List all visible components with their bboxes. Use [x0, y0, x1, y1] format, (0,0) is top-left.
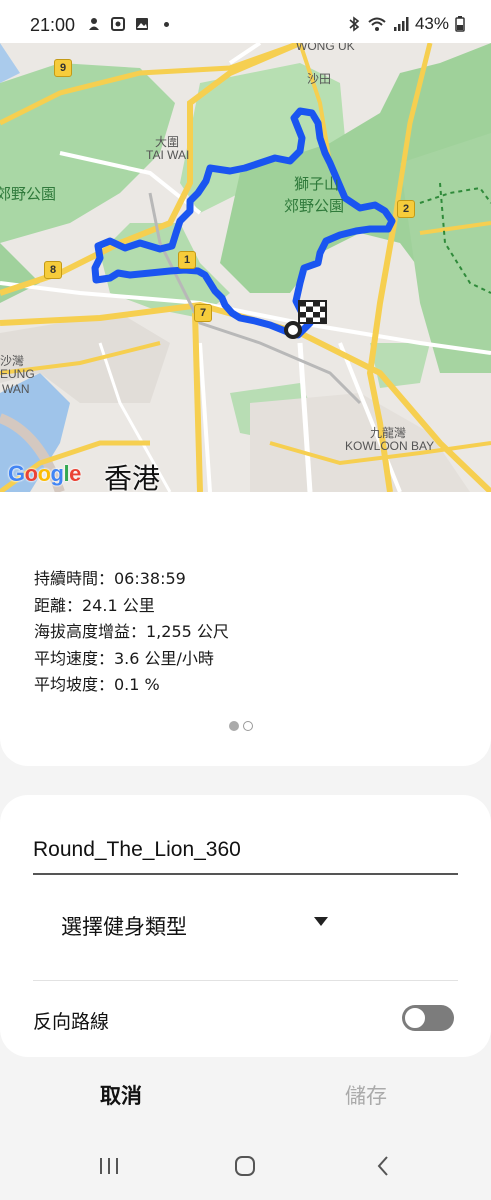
route-map[interactable]: WONG UK 沙田 大圍 TAI WAI 獅子山 郊野公園 郊野公園 九龍灣 …: [0, 43, 491, 492]
route-shield: 7: [194, 304, 212, 322]
map-city-label: 香港: [104, 462, 161, 492]
workout-type-label: 選擇健身類型: [61, 915, 187, 939]
route-shield: 1: [178, 251, 196, 269]
route-form-card: 選擇健身類型 反向路線: [0, 795, 491, 1057]
stat-elevation-gain: 海拔高度增益：1,255 公尺: [34, 622, 229, 641]
map-label-country-park: 郊野公園: [0, 186, 57, 203]
system-nav-bar: [0, 1130, 491, 1200]
stat-average-speed: 平均速度：3.6 公里/小時: [34, 648, 214, 668]
battery-percent: 43%: [414, 14, 449, 33]
cancel-button[interactable]: 取消: [100, 1080, 142, 1110]
recent-apps-icon: [100, 1158, 118, 1174]
reverse-route-toggle[interactable]: [402, 1005, 454, 1031]
battery-icon: [455, 16, 465, 32]
screenshot-icon: [111, 17, 125, 31]
route-name-input[interactable]: [33, 833, 458, 875]
map-label-wong-uk: WONG UK: [296, 43, 355, 53]
workout-type-dropdown[interactable]: 選擇健身類型: [33, 895, 458, 955]
stat-duration: 持續時間：06:38:59: [34, 569, 186, 588]
gallery-icon: [136, 18, 148, 30]
route-shield: 9: [54, 59, 72, 77]
stat-average-gradient: 平均坡度：0.1 %: [34, 675, 160, 694]
google-logo: Google: [8, 461, 81, 486]
map-label-lion-rock: 獅子山: [294, 176, 340, 193]
route-shield: 2: [397, 200, 415, 218]
page-indicator: [229, 721, 253, 731]
page-dot: [243, 721, 253, 731]
divider: [33, 980, 458, 981]
status-system-icons: 43%: [347, 14, 465, 34]
workout-stats: 持續時間：06:38:59 距離：24.1 公里 海拔高度增益：1,255 公尺…: [34, 566, 229, 699]
bluetooth-icon: [349, 16, 360, 32]
map-label-eung: EUNG: [0, 367, 35, 381]
back-icon: [377, 1156, 388, 1176]
home-icon: [235, 1156, 255, 1176]
map-label-wan: WAN: [2, 382, 30, 396]
back-button[interactable]: [368, 1154, 398, 1178]
reverse-route-label: 反向路線: [33, 1011, 110, 1033]
home-button[interactable]: [230, 1154, 260, 1178]
route-shield: 8: [44, 261, 62, 279]
map-label-kowloon-bay-en: KOWLOON BAY: [345, 439, 435, 453]
status-time: 21:00: [30, 15, 76, 35]
toggle-knob: [403, 1006, 427, 1030]
recent-apps-button[interactable]: [94, 1154, 124, 1178]
stats-card[interactable]: 持續時間：06:38:59 距離：24.1 公里 海拔高度增益：1,255 公尺…: [0, 492, 491, 766]
more-notifications-dot: [164, 21, 169, 27]
map-label-sha-tin: 沙田: [307, 72, 332, 86]
status-notification-icons: [86, 16, 169, 32]
page-dot-active: [229, 721, 239, 731]
map-label-tai-wai-en: TAI WAI: [146, 148, 190, 162]
map-label-lion-rock-park: 郊野公園: [284, 198, 345, 215]
map-canvas: [0, 43, 491, 492]
signal-icon: [393, 17, 409, 31]
save-button[interactable]: 儲存: [345, 1080, 387, 1110]
dropdown-arrow-icon: [314, 917, 328, 926]
notification-icon: [89, 18, 99, 30]
status-bar: 21:00 43%: [0, 0, 491, 46]
stat-distance: 距離：24.1 公里: [34, 595, 155, 615]
wifi-icon: [368, 17, 386, 31]
